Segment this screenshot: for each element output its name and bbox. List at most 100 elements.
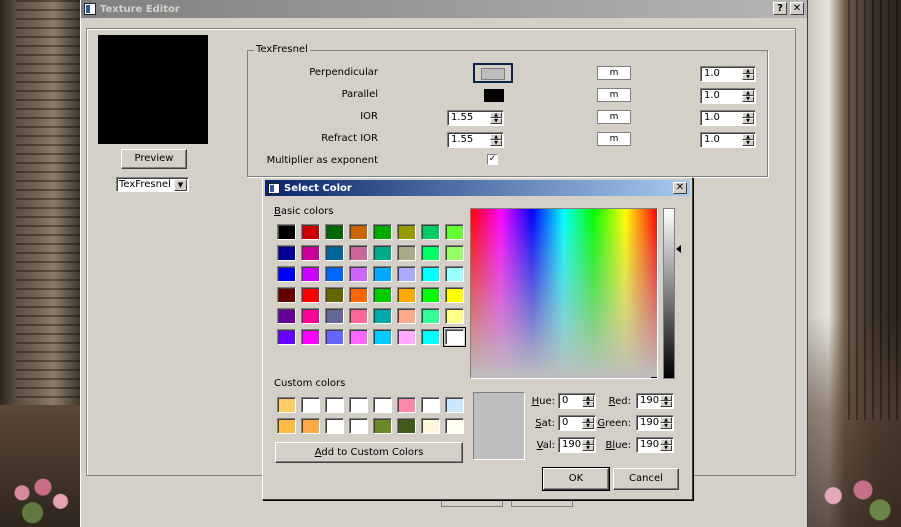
refract-ior-input[interactable]: 1.55 ▲ ▼ <box>447 132 504 148</box>
cancel-button[interactable]: Cancel <box>613 468 679 490</box>
basic-color-swatch[interactable] <box>397 266 416 282</box>
custom-color-swatch[interactable] <box>325 418 344 434</box>
parallel-mult-input[interactable]: 1.0 ▲ ▼ <box>700 88 756 104</box>
basic-color-swatch[interactable] <box>301 224 320 240</box>
basic-color-swatch[interactable] <box>421 287 440 303</box>
blue-stepper[interactable]: ▲ ▼ <box>660 439 672 451</box>
parallel-map-button[interactable]: m <box>597 88 631 102</box>
basic-color-swatch[interactable] <box>325 224 344 240</box>
custom-color-swatch[interactable] <box>421 418 440 434</box>
basic-color-swatch[interactable] <box>301 287 320 303</box>
basic-color-swatch[interactable] <box>277 329 296 345</box>
basic-color-swatch[interactable] <box>301 329 320 345</box>
preview-button[interactable]: Preview <box>121 149 187 169</box>
basic-color-swatch[interactable] <box>373 224 392 240</box>
basic-color-swatch[interactable] <box>397 245 416 261</box>
basic-color-swatch[interactable] <box>277 287 296 303</box>
custom-color-swatch[interactable] <box>397 397 416 413</box>
ior-stepper[interactable]: ▲ ▼ <box>490 112 502 124</box>
custom-color-swatch[interactable] <box>301 397 320 413</box>
ok-button[interactable]: OK <box>543 468 609 490</box>
red-stepper[interactable]: ▲ ▼ <box>660 395 672 407</box>
basic-color-swatch[interactable] <box>349 245 368 261</box>
basic-color-swatch[interactable] <box>421 308 440 324</box>
basic-color-swatch[interactable] <box>301 245 320 261</box>
chevron-down-icon[interactable]: ▼ <box>174 179 187 191</box>
basic-color-swatch[interactable] <box>397 329 416 345</box>
basic-color-swatch[interactable] <box>445 245 464 261</box>
basic-color-swatch[interactable] <box>421 224 440 240</box>
custom-color-swatch[interactable] <box>421 397 440 413</box>
basic-color-swatch[interactable] <box>349 266 368 282</box>
refract-ior-mult-input[interactable]: 1.0 ▲ ▼ <box>700 132 756 148</box>
multiplier-checkbox[interactable]: ✓ <box>487 154 498 165</box>
refract-ior-map-button[interactable]: m <box>597 132 631 146</box>
basic-color-swatch[interactable] <box>277 245 296 261</box>
perpendicular-mult-input[interactable]: 1.0 ▲ ▼ <box>700 66 756 82</box>
color-spectrum[interactable] <box>470 208 658 379</box>
ior-map-button[interactable]: m <box>597 110 631 124</box>
parallel-color-swatch[interactable] <box>484 89 504 102</box>
basic-color-swatch[interactable] <box>349 224 368 240</box>
texture-type-select[interactable]: TexFresnel ▼ <box>116 177 189 192</box>
basic-color-swatch[interactable] <box>445 224 464 240</box>
basic-color-swatch[interactable] <box>349 287 368 303</box>
basic-color-swatch[interactable] <box>421 245 440 261</box>
basic-color-swatch[interactable] <box>421 329 440 345</box>
basic-color-swatch[interactable] <box>277 224 296 240</box>
custom-color-swatch[interactable] <box>373 397 392 413</box>
basic-color-swatch[interactable] <box>445 308 464 324</box>
add-custom-color-button[interactable]: Add to Custom Colors <box>275 442 463 463</box>
basic-color-swatch[interactable] <box>325 308 344 324</box>
basic-color-swatch[interactable] <box>277 266 296 282</box>
custom-color-swatch[interactable] <box>301 418 320 434</box>
basic-color-swatch[interactable] <box>301 308 320 324</box>
custom-color-swatch[interactable] <box>397 418 416 434</box>
basic-color-swatch[interactable] <box>421 266 440 282</box>
blue-input[interactable]: 190 ▲ ▼ <box>636 437 674 453</box>
ior-input[interactable]: 1.55 ▲ ▼ <box>447 110 504 126</box>
editor-titlebar[interactable]: Texture Editor ? ✕ <box>81 0 807 18</box>
help-button[interactable]: ? <box>773 2 787 15</box>
basic-color-swatch[interactable] <box>325 287 344 303</box>
custom-color-swatch[interactable] <box>373 418 392 434</box>
perpendicular-map-button[interactable]: m <box>597 66 631 80</box>
basic-color-swatch[interactable] <box>397 287 416 303</box>
perpendicular-color-swatch[interactable] <box>473 63 513 83</box>
custom-color-swatch[interactable] <box>445 397 464 413</box>
custom-color-swatch[interactable] <box>445 418 464 434</box>
green-input[interactable]: 190 ▲ ▼ <box>636 415 674 431</box>
basic-color-swatch[interactable] <box>397 308 416 324</box>
custom-color-swatch[interactable] <box>325 397 344 413</box>
refract-ior-stepper[interactable]: ▲ ▼ <box>490 134 502 146</box>
ior-mult-input[interactable]: 1.0 ▲ ▼ <box>700 110 756 126</box>
basic-color-swatch[interactable] <box>349 329 368 345</box>
basic-color-swatch[interactable] <box>277 308 296 324</box>
basic-color-swatch[interactable] <box>325 329 344 345</box>
red-input[interactable]: 190 ▲ ▼ <box>636 393 674 409</box>
custom-color-swatch[interactable] <box>277 418 296 434</box>
ior-mult-stepper[interactable]: ▲ ▼ <box>742 112 754 124</box>
basic-color-swatch[interactable] <box>373 245 392 261</box>
basic-color-swatch[interactable] <box>349 308 368 324</box>
basic-color-swatch[interactable] <box>373 287 392 303</box>
basic-color-swatch[interactable] <box>445 266 464 282</box>
basic-color-swatch[interactable] <box>445 287 464 303</box>
basic-color-swatch[interactable] <box>397 224 416 240</box>
close-button[interactable]: ✕ <box>790 2 804 15</box>
dialog-titlebar[interactable]: Select Color ✕ <box>265 180 690 196</box>
basic-color-swatch[interactable] <box>325 245 344 261</box>
refract-ior-mult-stepper[interactable]: ▲ ▼ <box>742 134 754 146</box>
green-stepper[interactable]: ▲ ▼ <box>660 417 672 429</box>
basic-color-swatch[interactable] <box>301 266 320 282</box>
basic-color-swatch[interactable] <box>373 329 392 345</box>
custom-color-swatch[interactable] <box>349 418 368 434</box>
custom-color-swatch[interactable] <box>277 397 296 413</box>
basic-color-swatch[interactable] <box>373 308 392 324</box>
perpendicular-mult-stepper[interactable]: ▲ ▼ <box>742 68 754 80</box>
spectrum-crosshair[interactable] <box>651 371 657 378</box>
basic-color-swatch[interactable] <box>325 266 344 282</box>
dialog-close-button[interactable]: ✕ <box>673 182 687 194</box>
basic-color-swatch[interactable] <box>443 327 466 347</box>
luminance-arrow-icon[interactable] <box>676 245 681 253</box>
